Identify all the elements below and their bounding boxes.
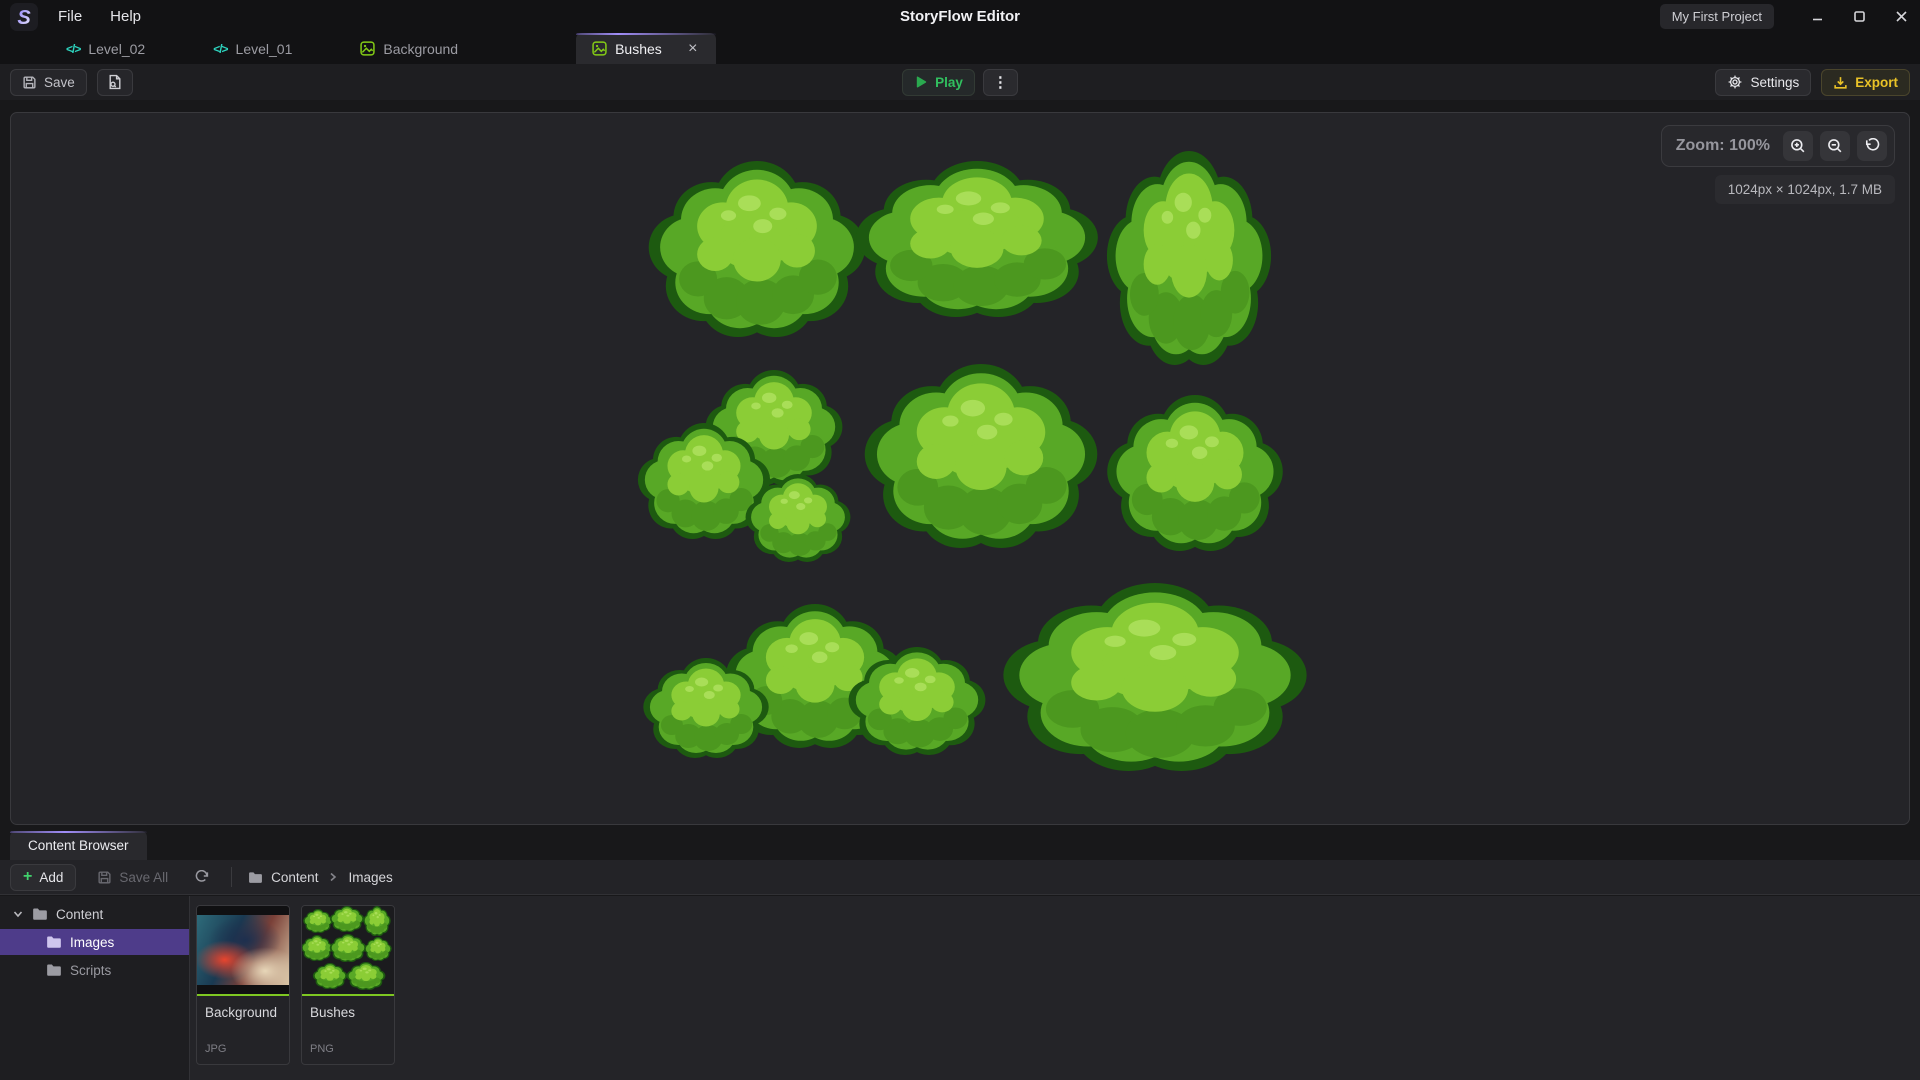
zoom-out-icon bbox=[1827, 138, 1843, 154]
menu-help[interactable]: Help bbox=[96, 0, 155, 33]
folder-icon bbox=[248, 870, 263, 885]
image-icon bbox=[592, 41, 607, 56]
main-toolbar: Save Play ⋮ bbox=[0, 64, 1920, 100]
folder-tree: Content Images Scripts bbox=[0, 896, 190, 1080]
zoom-controls: Zoom: 100% bbox=[1661, 125, 1895, 167]
tab-level-01[interactable]: </> Level_01 bbox=[191, 33, 314, 64]
file-search-icon bbox=[107, 74, 123, 90]
tab-background[interactable]: Background bbox=[338, 33, 480, 64]
tree-item-images[interactable]: Images bbox=[0, 929, 189, 955]
file-search-button[interactable] bbox=[97, 69, 133, 96]
asset-card-bushes[interactable]: Bushes PNG bbox=[301, 905, 395, 1065]
zoom-level-label: Zoom: 100% bbox=[1676, 137, 1770, 155]
tab-bar: </> Level_02 </> Level_01 Background Bus… bbox=[0, 33, 1920, 64]
tree-item-label: Scripts bbox=[70, 963, 111, 978]
tab-label: Level_01 bbox=[236, 41, 293, 57]
code-icon: </> bbox=[213, 42, 227, 56]
export-label: Export bbox=[1855, 75, 1898, 90]
content-browser-toolbar: + Add Save All Content bbox=[0, 860, 1920, 895]
download-icon bbox=[1833, 75, 1848, 90]
settings-button[interactable]: Settings bbox=[1715, 69, 1811, 96]
add-asset-button[interactable]: + Add bbox=[10, 864, 76, 891]
asset-thumbnail-background bbox=[197, 906, 289, 996]
minimize-button[interactable] bbox=[1798, 0, 1836, 33]
asset-type-badge: JPG bbox=[197, 1043, 289, 1064]
gear-icon bbox=[1727, 74, 1743, 90]
tree-item-label: Images bbox=[70, 935, 114, 950]
zoom-out-button[interactable] bbox=[1820, 131, 1850, 161]
zoom-in-icon bbox=[1790, 138, 1806, 154]
save-all-button[interactable]: Save All bbox=[86, 864, 179, 891]
image-size-badge: 1024px × 1024px, 1.7 MB bbox=[1715, 175, 1895, 204]
canvas-image-bushes bbox=[11, 113, 1909, 824]
breadcrumb-content[interactable]: Content bbox=[248, 870, 318, 885]
tree-item-content[interactable]: Content bbox=[0, 901, 189, 927]
play-button[interactable]: Play bbox=[902, 69, 975, 96]
project-name-badge: My First Project bbox=[1660, 4, 1774, 29]
content-browser-tab[interactable]: Content Browser bbox=[10, 831, 147, 860]
save-icon bbox=[22, 75, 37, 90]
code-icon: </> bbox=[66, 42, 80, 56]
app-logo-icon: S bbox=[10, 3, 38, 31]
more-options-button[interactable]: ⋮ bbox=[983, 69, 1018, 96]
folder-icon bbox=[46, 934, 62, 950]
chevron-down-icon bbox=[12, 908, 24, 920]
app-window: S File Help StoryFlow Editor My First Pr… bbox=[0, 0, 1920, 1080]
kebab-icon: ⋮ bbox=[993, 75, 1008, 90]
reset-zoom-icon bbox=[1864, 138, 1880, 154]
refresh-icon bbox=[195, 870, 210, 885]
tab-label: Level_02 bbox=[88, 41, 145, 57]
tab-bushes[interactable]: Bushes × bbox=[576, 33, 716, 64]
maximize-button[interactable] bbox=[1840, 0, 1878, 33]
tab-level-02[interactable]: </> Level_02 bbox=[44, 33, 167, 64]
asset-grid: Background JPG Bushes PNG bbox=[191, 896, 1920, 1080]
image-icon bbox=[360, 41, 375, 56]
close-button[interactable] bbox=[1882, 0, 1920, 33]
tree-item-label: Content bbox=[56, 907, 103, 922]
zoom-reset-button[interactable] bbox=[1857, 131, 1887, 161]
maximize-icon bbox=[1853, 10, 1866, 23]
tab-close-icon[interactable]: × bbox=[684, 40, 702, 58]
asset-name: Bushes bbox=[302, 996, 394, 1020]
folder-icon bbox=[32, 906, 48, 922]
svg-text:S: S bbox=[17, 7, 31, 29]
asset-type-badge: PNG bbox=[302, 1043, 394, 1064]
tree-item-scripts[interactable]: Scripts bbox=[0, 957, 189, 983]
refresh-button[interactable] bbox=[189, 864, 215, 890]
save-button[interactable]: Save bbox=[10, 69, 87, 96]
add-label: Add bbox=[39, 870, 63, 885]
asset-thumbnail-bushes bbox=[302, 906, 394, 996]
background-image-preview bbox=[197, 915, 289, 985]
toolbar-divider bbox=[231, 867, 232, 887]
play-label: Play bbox=[935, 75, 963, 90]
tab-label: Bushes bbox=[615, 41, 662, 57]
breadcrumb: Content Images bbox=[248, 870, 393, 885]
title-bar: S File Help StoryFlow Editor My First Pr… bbox=[0, 0, 1920, 33]
export-button[interactable]: Export bbox=[1821, 69, 1910, 96]
asset-name: Background bbox=[197, 996, 289, 1020]
save-all-label: Save All bbox=[119, 870, 168, 885]
plus-icon: + bbox=[23, 869, 32, 885]
save-all-icon bbox=[97, 870, 112, 885]
zoom-in-button[interactable] bbox=[1783, 131, 1813, 161]
bushes-image-preview bbox=[302, 906, 394, 994]
folder-icon bbox=[46, 962, 62, 978]
settings-label: Settings bbox=[1750, 75, 1799, 90]
content-browser-body: Content Images Scripts Background bbox=[0, 896, 1920, 1080]
play-icon bbox=[914, 75, 928, 89]
close-icon bbox=[1895, 10, 1908, 23]
asset-card-background[interactable]: Background JPG bbox=[196, 905, 290, 1065]
breadcrumb-images[interactable]: Images bbox=[348, 870, 392, 885]
image-canvas[interactable]: Zoom: 100% 1024px × 1024px, 1.7 MB bbox=[10, 112, 1910, 825]
chevron-right-icon bbox=[327, 871, 339, 883]
menu-file[interactable]: File bbox=[44, 0, 96, 33]
save-label: Save bbox=[44, 75, 75, 90]
breadcrumb-label: Images bbox=[348, 870, 392, 885]
app-title: StoryFlow Editor bbox=[0, 0, 1920, 33]
minimize-icon bbox=[1811, 10, 1824, 23]
breadcrumb-label: Content bbox=[271, 870, 318, 885]
tab-label: Background bbox=[383, 41, 458, 57]
